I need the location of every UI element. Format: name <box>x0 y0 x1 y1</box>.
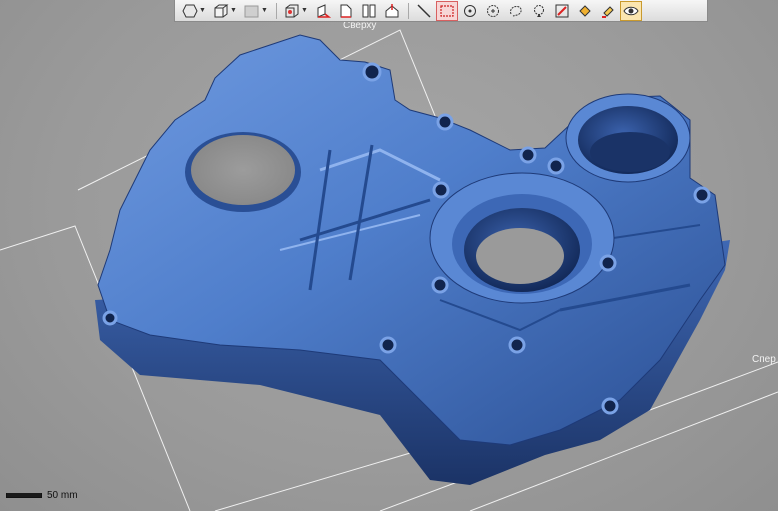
lasso-select-icon <box>510 5 522 16</box>
timing-cover-model[interactable] <box>95 34 730 485</box>
split-view-button[interactable] <box>358 1 380 21</box>
magic-select-button[interactable] <box>528 1 550 21</box>
brush-select-button[interactable] <box>597 1 619 21</box>
point-select-icon <box>464 4 476 17</box>
chevron-down-icon: ▼ <box>199 7 206 14</box>
chevron-down-icon: ▼ <box>301 7 308 14</box>
magic-select-icon <box>534 4 544 17</box>
section-plane-red-icon <box>317 3 331 18</box>
rect-select-icon <box>440 4 454 17</box>
home-view-button[interactable] <box>381 1 403 21</box>
shaded-box-icon <box>244 5 259 17</box>
section-plane-button[interactable] <box>335 1 357 21</box>
scale-label: 50 mm <box>47 490 78 501</box>
scale-indicator: 50 mm <box>6 490 78 501</box>
view-label-front: Спер <box>752 354 776 365</box>
section-plane-red-button[interactable] <box>312 1 334 21</box>
hexagon-shape-icon <box>182 4 198 17</box>
point-select-button[interactable] <box>459 1 481 21</box>
chevron-down-icon: ▼ <box>230 7 237 14</box>
brush-select-icon <box>602 5 614 18</box>
section-plane-icon <box>340 4 352 18</box>
line-measure-icon <box>417 3 431 18</box>
pencil-select-icon <box>555 4 569 17</box>
3d-viewport[interactable]: Сверху Спер 50 mm <box>0 0 778 511</box>
bounding-box-button[interactable]: ▼ <box>281 1 311 21</box>
circle-select-icon <box>487 4 499 17</box>
bounding-box-icon <box>285 4 299 17</box>
visibility-eye-button[interactable] <box>620 0 642 21</box>
home-view-icon <box>385 3 399 17</box>
scale-bar <box>6 493 42 498</box>
visibility-eye-icon <box>623 6 639 15</box>
split-view-icon <box>362 4 376 17</box>
lasso-select-button[interactable] <box>505 1 527 21</box>
fill-select-button[interactable] <box>574 1 596 21</box>
fill-select-icon <box>579 4 591 17</box>
cube-wireframe-icon <box>214 4 229 17</box>
view-toolbar: ▼ ▼ ▼ ▼ <box>174 0 708 22</box>
cube-wireframe-button[interactable]: ▼ <box>210 1 240 21</box>
scene-canvas[interactable] <box>0 0 778 511</box>
circle-select-button[interactable] <box>482 1 504 21</box>
chevron-down-icon: ▼ <box>261 7 268 14</box>
toolbar-separator <box>408 2 409 19</box>
shaded-box-button[interactable]: ▼ <box>241 1 271 21</box>
rect-select-button[interactable] <box>436 0 458 21</box>
pencil-select-button[interactable] <box>551 1 573 21</box>
line-measure-button[interactable] <box>413 1 435 21</box>
hexagon-shape-button[interactable]: ▼ <box>179 1 209 21</box>
toolbar-separator <box>276 2 277 19</box>
